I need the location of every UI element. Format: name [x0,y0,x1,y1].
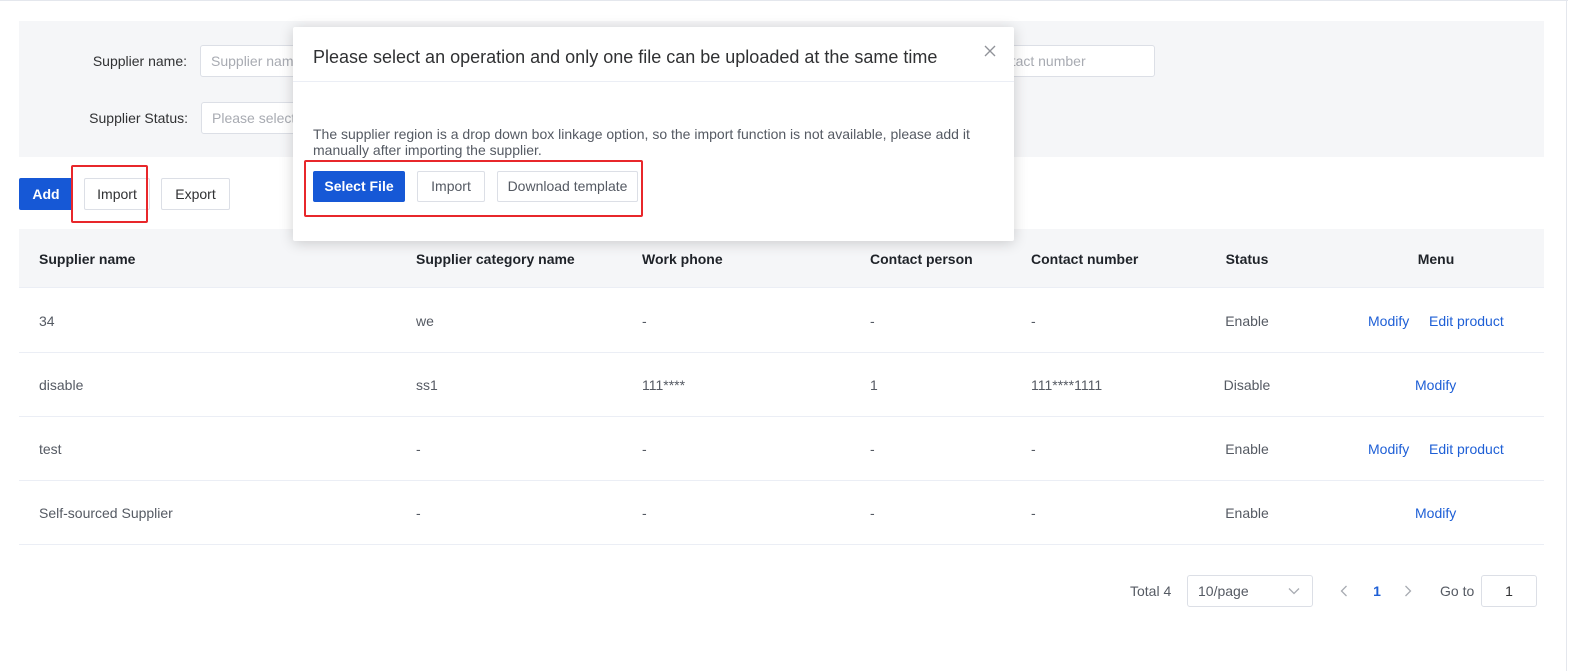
dialog-title: Please select an operation and only one … [313,47,938,67]
cell-supplier-name: test [39,441,62,457]
table-row: disable ss1 111**** 1 111****1111 Disabl… [19,353,1544,417]
next-page-icon[interactable] [1404,585,1412,597]
cell-category: we [416,313,434,329]
supplier-name-label: Supplier name: [92,53,187,69]
cell-supplier-name: 34 [39,313,55,329]
cell-contact-person: 1 [870,377,878,393]
scrollbar-track [1566,0,1567,671]
cell-status: Enable [1225,313,1269,329]
import-button[interactable]: Import [84,178,150,210]
table-row: 34 we - - - Enable Modify Edit product [19,289,1544,353]
dialog-description: The supplier region is a drop down box l… [313,126,970,158]
close-icon[interactable] [981,42,999,60]
cell-contact-number: - [1031,441,1036,457]
cell-category: ss1 [416,377,438,393]
cell-work-phone: - [642,313,647,329]
cell-contact-number: - [1031,313,1036,329]
page-size-select[interactable]: 10/page [1187,575,1313,607]
col-supplier-name: Supplier name [39,251,136,267]
page-size-value: 10/page [1198,583,1249,599]
modify-link[interactable]: Modify [1368,289,1409,353]
chevron-down-icon [1288,588,1300,595]
edit-product-link[interactable]: Edit product [1429,417,1504,481]
cell-category: - [416,505,421,521]
cell-contact-number: - [1031,505,1036,521]
cell-contact-person: - [870,441,875,457]
cell-supplier-name: disable [39,377,84,393]
col-status: Status [1225,251,1269,267]
cell-contact-person: - [870,313,875,329]
pagination-total: Total 4 [1130,583,1172,599]
top-border [0,0,1568,1]
dialog-import-button[interactable]: Import [417,171,485,202]
cell-contact-number: 111****1111 [1031,377,1103,393]
cell-supplier-name: Self-sourced Supplier [39,505,173,521]
dialog-divider [293,81,1014,82]
modify-link[interactable]: Modify [1368,417,1409,481]
table-row: Self-sourced Supplier - - - - Enable Mod… [19,481,1544,545]
add-button[interactable]: Add [19,178,73,210]
supplier-status-label: Supplier Status: [89,110,188,126]
col-contact-number: Contact number [1031,251,1139,267]
export-button[interactable]: Export [161,178,230,210]
import-dialog: Please select an operation and only one … [293,27,1014,241]
col-menu: Menu [1417,251,1455,267]
goto-page-input[interactable]: 1 [1481,575,1537,607]
cell-work-phone: - [642,505,647,521]
cell-status: Enable [1225,505,1269,521]
goto-label: Go to [1440,583,1475,599]
select-file-button[interactable]: Select File [313,171,405,202]
prev-page-icon[interactable] [1340,585,1348,597]
page-number-current[interactable]: 1 [1367,575,1387,607]
edit-product-link[interactable]: Edit product [1429,289,1504,353]
cell-work-phone: - [642,441,647,457]
modify-link[interactable]: Modify [1415,353,1456,417]
table-row: test - - - - Enable Modify Edit product [19,417,1544,481]
cell-status: Enable [1225,441,1269,457]
cell-category: - [416,441,421,457]
cell-status: Disable [1223,377,1271,393]
modify-link[interactable]: Modify [1415,481,1456,545]
download-template-button[interactable]: Download template [497,171,638,202]
cell-contact-person: - [870,505,875,521]
cell-work-phone: 111**** [642,377,686,393]
